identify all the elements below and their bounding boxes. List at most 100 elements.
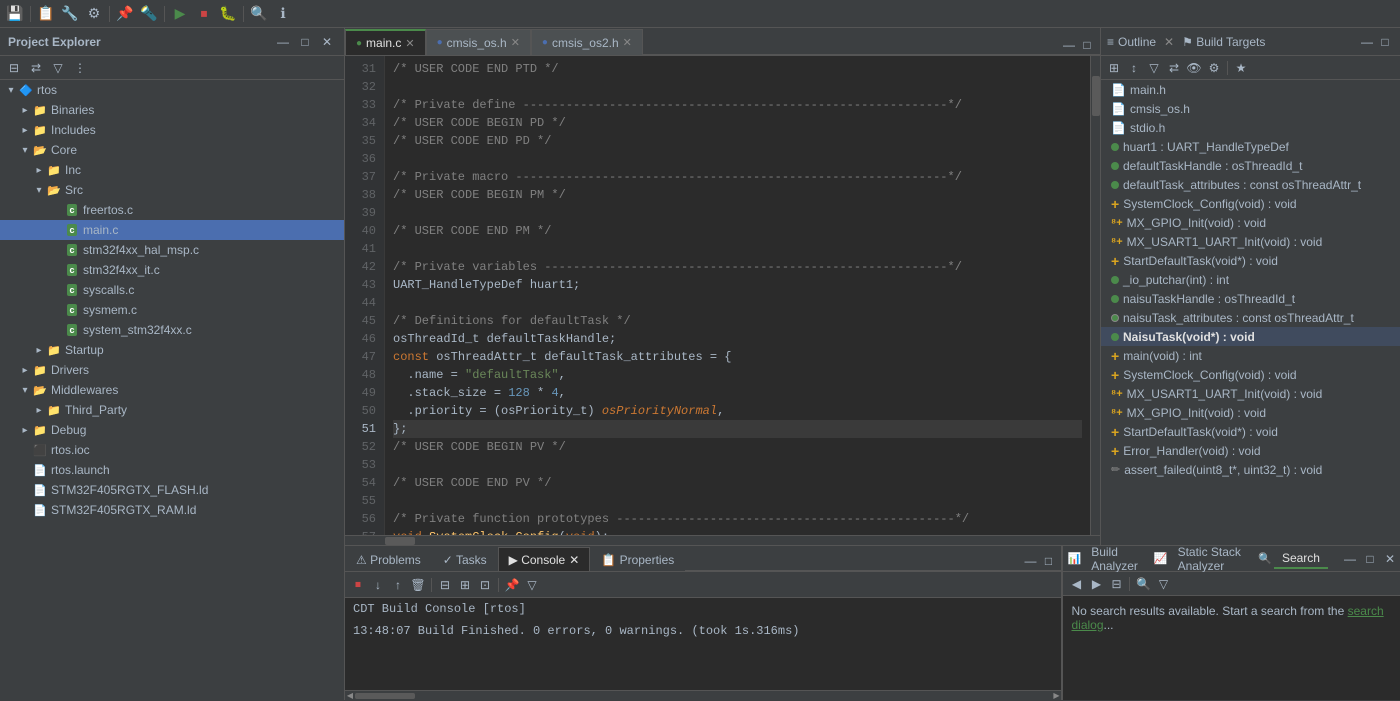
tab-close-cmsis-os[interactable]: ✕ — [511, 36, 520, 49]
outline-item-sysclock-config2[interactable]: + SystemClock_Config(void) : void — [1101, 365, 1400, 384]
close-explorer-btn[interactable]: ✕ — [318, 33, 336, 51]
right-bottom-minimize-btn[interactable]: — — [1344, 550, 1356, 568]
search-toolbar-btn3[interactable]: ⊟ — [1107, 575, 1125, 593]
tree-item-sysmem[interactable]: c sysmem.c — [0, 300, 344, 320]
hscroll-thumb-console[interactable] — [355, 693, 415, 699]
outline-item-mx-gpio-init2[interactable]: ⁸+ MX_GPIO_Init(void) : void — [1101, 403, 1400, 422]
toolbar-btn-6[interactable]: 🔦 — [138, 3, 160, 25]
toolbar-btn-5[interactable]: 📌 — [114, 3, 136, 25]
outline-item-naisu-task[interactable]: NaisuTask(void*) : void — [1101, 327, 1400, 346]
right-bottom-close-btn[interactable]: ✕ — [1384, 550, 1396, 568]
search-toolbar-btn5[interactable]: ▽ — [1154, 575, 1172, 593]
outline-item-main-h[interactable]: 📄 main.h — [1101, 80, 1400, 99]
scroll-thumb[interactable] — [1092, 76, 1100, 116]
outline-item-start-default-task2[interactable]: + StartDefaultTask(void*) : void — [1101, 422, 1400, 441]
tree-toggle-src[interactable]: ▾ — [32, 185, 46, 196]
tree-item-startup[interactable]: ▸ 📁 Startup — [0, 340, 344, 360]
tree-item-flash-ld[interactable]: 📄 STM32F405RGTX_FLASH.ld — [0, 480, 344, 500]
outline-item-naisu-task-attr[interactable]: naisuTask_attributes : const osThreadAtt… — [1101, 308, 1400, 327]
tree-item-core[interactable]: ▾ 📂 Core — [0, 140, 344, 160]
tree-item-drivers[interactable]: ▸ 📁 Drivers — [0, 360, 344, 380]
tree-item-ram-ld[interactable]: 📄 STM32F405RGTX_RAM.ld — [0, 500, 344, 520]
tree-toggle-includes[interactable]: ▸ — [18, 125, 32, 136]
outline-item-naisu-task-handle[interactable]: naisuTaskHandle : osThreadId_t — [1101, 289, 1400, 308]
outline-item-start-default-task[interactable]: + StartDefaultTask(void*) : void — [1101, 251, 1400, 270]
outline-link-btn[interactable]: ⇄ — [1165, 59, 1183, 77]
search-toolbar-btn2[interactable]: ▶ — [1087, 575, 1105, 593]
bottom-minimize-btn[interactable]: — — [1021, 552, 1039, 570]
outline-more-btn[interactable]: ⚙ — [1205, 59, 1223, 77]
tree-item-rtos[interactable]: ▾ 🔷 rtos — [0, 80, 344, 100]
maximize-explorer-btn[interactable]: □ — [296, 33, 314, 51]
tree-item-third-party[interactable]: ▸ 📁 Third_Party — [0, 400, 344, 420]
link-editor-btn[interactable]: ⇄ — [26, 58, 46, 78]
build-targets-tab[interactable]: ⚑ Build Targets — [1182, 35, 1265, 49]
tree-item-inc[interactable]: ▸ 📁 Inc — [0, 160, 344, 180]
tree-item-syscalls[interactable]: c syscalls.c — [0, 280, 344, 300]
tab-console[interactable]: ▶ Console ✕ — [498, 547, 591, 571]
toolbar-btn-run[interactable]: ▶ — [169, 3, 191, 25]
outline-item-assert-failed[interactable]: ✏ assert_failed(uint8_t*, uint32_t) : vo… — [1101, 460, 1400, 479]
tab-problems[interactable]: ⚠ Problems — [345, 547, 432, 571]
tree-toggle-inc[interactable]: ▸ — [32, 165, 46, 176]
outline-item-cmsis-os-h[interactable]: 📄 cmsis_os.h — [1101, 99, 1400, 118]
outline-item-mx-usart1[interactable]: ⁸+ MX_USART1_UART_Init(void) : void — [1101, 232, 1400, 251]
tree-item-hal-msp[interactable]: c stm32f4xx_hal_msp.c — [0, 240, 344, 260]
console-layout-btn3[interactable]: ⊡ — [476, 576, 494, 594]
tree-toggle-drivers[interactable]: ▸ — [18, 365, 32, 376]
outline-item-default-task-attr[interactable]: defaultTask_attributes : const osThreadA… — [1101, 175, 1400, 194]
console-layout-btn2[interactable]: ⊞ — [456, 576, 474, 594]
tab-main-c[interactable]: ● main.c ✕ — [345, 29, 426, 55]
code-scrollbar[interactable] — [1090, 56, 1100, 535]
outline-item-huart1[interactable]: huart1 : UART_HandleTypeDef — [1101, 137, 1400, 156]
more-btn[interactable]: ⋮ — [70, 58, 90, 78]
tab-search[interactable]: Search — [1274, 549, 1328, 569]
outline-star-btn[interactable]: ★ — [1232, 59, 1250, 77]
right-bottom-maximize-btn[interactable]: □ — [1364, 550, 1376, 568]
editor-minimize-btn[interactable]: — — [1060, 36, 1078, 54]
toolbar-btn-3[interactable]: 🔧 — [59, 3, 81, 25]
console-down-btn[interactable]: ↓ — [369, 576, 387, 594]
search-toolbar-btn1[interactable]: ◀ — [1067, 575, 1085, 593]
console-layout-btn1[interactable]: ⊟ — [436, 576, 454, 594]
tree-toggle-core[interactable]: ▾ — [18, 145, 32, 156]
toolbar-btn-search[interactable]: 🔍 — [248, 3, 270, 25]
tree-item-freertos-c[interactable]: c freertos.c — [0, 200, 344, 220]
console-stop-btn[interactable]: ⏹ — [349, 576, 367, 594]
toolbar-btn-2[interactable]: 📋 — [35, 3, 57, 25]
outline-maximize-btn[interactable]: □ — [1376, 33, 1394, 51]
tree-item-rtos-launch[interactable]: 📄 rtos.launch — [0, 460, 344, 480]
collapse-all-btn[interactable]: ⊟ — [4, 58, 24, 78]
console-tab-close[interactable]: ✕ — [569, 553, 579, 567]
code-hscrollbar[interactable] — [345, 535, 1100, 545]
code-content[interactable]: /* USER CODE END PTD */ /* Private defin… — [385, 56, 1090, 535]
outline-item-mx-usart1-2[interactable]: ⁸+ MX_USART1_UART_Init(void) : void — [1101, 384, 1400, 403]
console-hscrollbar[interactable]: ◀ ▶ — [345, 690, 1061, 700]
bottom-maximize-btn[interactable]: □ — [1039, 552, 1057, 570]
tree-toggle-debug[interactable]: ▸ — [18, 425, 32, 436]
tab-close-main-c[interactable]: ✕ — [405, 37, 414, 50]
tree-item-includes[interactable]: ▸ 📁 Includes — [0, 120, 344, 140]
outline-item-error-handler[interactable]: + Error_Handler(void) : void — [1101, 441, 1400, 460]
toolbar-btn-help[interactable]: ℹ — [272, 3, 294, 25]
tree-item-it-c[interactable]: c stm32f4xx_it.c — [0, 260, 344, 280]
tab-static-stack[interactable]: Static Stack Analyzer — [1170, 543, 1251, 575]
tab-close-cmsis-os2[interactable]: ✕ — [623, 36, 632, 49]
console-up-btn[interactable]: ↑ — [389, 576, 407, 594]
tab-properties[interactable]: 📋 Properties — [590, 547, 685, 571]
outline-hide-btn[interactable]: 👁 — [1185, 59, 1203, 77]
outline-sort-btn[interactable]: ↕ — [1125, 59, 1143, 77]
hscroll-right-btn[interactable]: ▶ — [1051, 691, 1061, 701]
outline-minimize-btn[interactable]: — — [1358, 33, 1376, 51]
tab-cmsis-os-h[interactable]: ● cmsis_os.h ✕ — [426, 29, 531, 55]
console-more-btn[interactable]: ▽ — [523, 576, 541, 594]
tree-toggle-third-party[interactable]: ▸ — [32, 405, 46, 416]
outline-item-io-putchar[interactable]: _io_putchar(int) : int — [1101, 270, 1400, 289]
outline-item-mx-gpio-init[interactable]: ⁸+ MX_GPIO_Init(void) : void — [1101, 213, 1400, 232]
tree-toggle-middlewares[interactable]: ▾ — [18, 385, 32, 396]
tab-cmsis-os2-h[interactable]: ● cmsis_os2.h ✕ — [531, 29, 643, 55]
console-clear-btn[interactable]: 🗑 — [409, 576, 427, 594]
tree-item-binaries[interactable]: ▸ 📁 Binaries — [0, 100, 344, 120]
filter-btn[interactable]: ▽ — [48, 58, 68, 78]
console-pin-btn[interactable]: 📌 — [503, 576, 521, 594]
